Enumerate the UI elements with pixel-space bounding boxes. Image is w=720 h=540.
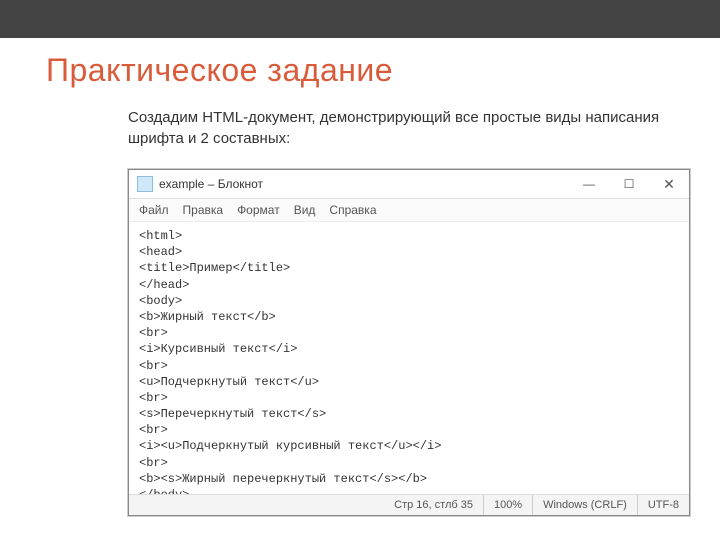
slide-content: Практическое задание Создадим HTML-докум… [0, 52, 720, 516]
slide-title: Практическое задание [46, 52, 674, 89]
menu-help[interactable]: Справка [329, 203, 376, 217]
status-crlf: Windows (CRLF) [532, 495, 637, 515]
slide-description: Создадим HTML-документ, демонстрирующий … [128, 107, 674, 149]
notepad-statusbar: Стр 16, стлб 35 100% Windows (CRLF) UTF-… [129, 494, 689, 515]
notepad-window: example – Блокнот — ☐ ✕ Файл Правка Форм… [128, 169, 690, 516]
menu-view[interactable]: Вид [294, 203, 316, 217]
notepad-menu: Файл Правка Формат Вид Справка [129, 199, 689, 222]
status-zoom: 100% [483, 495, 532, 515]
minimize-button[interactable]: — [569, 170, 609, 198]
slide: Практическое задание Создадим HTML-докум… [0, 0, 720, 540]
notepad-titlebar: example – Блокнот — ☐ ✕ [129, 170, 689, 199]
menu-format[interactable]: Формат [237, 203, 280, 217]
menu-edit[interactable]: Правка [183, 203, 224, 217]
notepad-title: example – Блокнот [159, 177, 263, 191]
window-controls: — ☐ ✕ [569, 170, 689, 198]
notepad-title-left: example – Блокнот [129, 176, 263, 192]
maximize-button[interactable]: ☐ [609, 170, 649, 198]
status-position: Стр 16, стлб 35 [129, 495, 483, 515]
top-bar [0, 0, 720, 38]
status-encoding: UTF-8 [637, 495, 689, 515]
menu-file[interactable]: Файл [139, 203, 169, 217]
notepad-text-area[interactable]: <html> <head> <title>Пример</title> </he… [129, 222, 689, 494]
close-button[interactable]: ✕ [649, 170, 689, 198]
notepad-icon [137, 176, 153, 192]
